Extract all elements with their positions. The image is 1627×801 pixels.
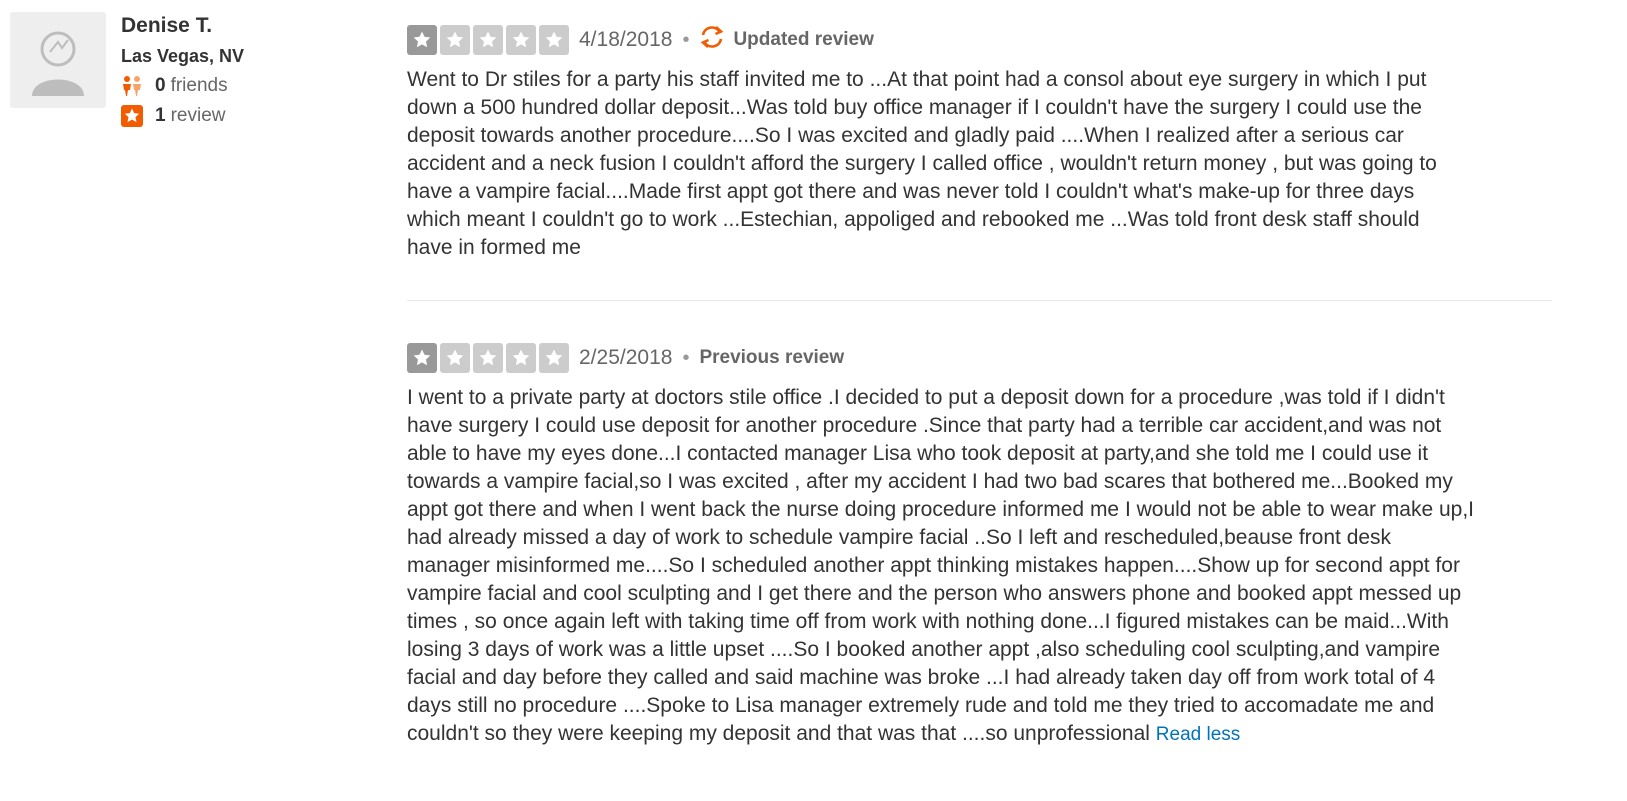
friends-count-row: 0 friends [121, 75, 361, 97]
star-icon [440, 343, 470, 373]
review-header: 2/25/2018 • Previous review [407, 343, 1552, 373]
review-tag-label: Previous review [699, 347, 845, 368]
review-star-icon [121, 105, 143, 127]
star-icon [539, 343, 569, 373]
separator-dot: • [682, 28, 690, 51]
user-avatar[interactable] [10, 12, 106, 108]
friends-icon [121, 75, 143, 97]
star-icon [473, 25, 503, 55]
review-updated: 4/18/2018 • Updated review Went to Dr st… [407, 25, 1552, 262]
user-name[interactable]: Denise T. [121, 13, 361, 39]
review-date: 2/25/2018 [579, 346, 673, 369]
user-info: Denise T. Las Vegas, NV 0 friends 1 revi… [121, 12, 361, 127]
review-tag-label: Updated review [733, 29, 874, 50]
star-icon [539, 25, 569, 55]
refresh-icon [699, 25, 725, 55]
star-icon [440, 25, 470, 55]
review-previous: 2/25/2018 • Previous review I went to a … [407, 343, 1552, 749]
star-rating [407, 25, 569, 55]
star-icon [473, 343, 503, 373]
separator-dot: • [682, 346, 690, 369]
reviews-count-row: 1 review [121, 105, 361, 127]
star-icon [407, 343, 437, 373]
review-text: I went to a private party at doctors sti… [407, 384, 1552, 749]
star-rating [407, 343, 569, 373]
read-less-link[interactable]: Read less [1156, 724, 1241, 745]
reviews-label: review [170, 105, 226, 126]
default-avatar-icon [32, 31, 84, 96]
star-icon [506, 25, 536, 55]
updated-review-tag: Updated review [699, 25, 874, 55]
friends-count: 0 [155, 75, 166, 96]
reviews-count: 1 [155, 105, 166, 126]
review-divider [407, 300, 1552, 301]
review-body: I went to a private party at doctors sti… [407, 386, 1474, 745]
star-icon [506, 343, 536, 373]
review-text: Went to Dr stiles for a party his staff … [407, 68, 1437, 259]
star-icon [407, 25, 437, 55]
review-date: 4/18/2018 [579, 28, 673, 51]
user-location: Las Vegas, NV [121, 46, 245, 66]
previous-review-tag: Previous review [699, 347, 844, 369]
friends-label: friends [170, 75, 228, 96]
review-header: 4/18/2018 • Updated review [407, 25, 1552, 55]
